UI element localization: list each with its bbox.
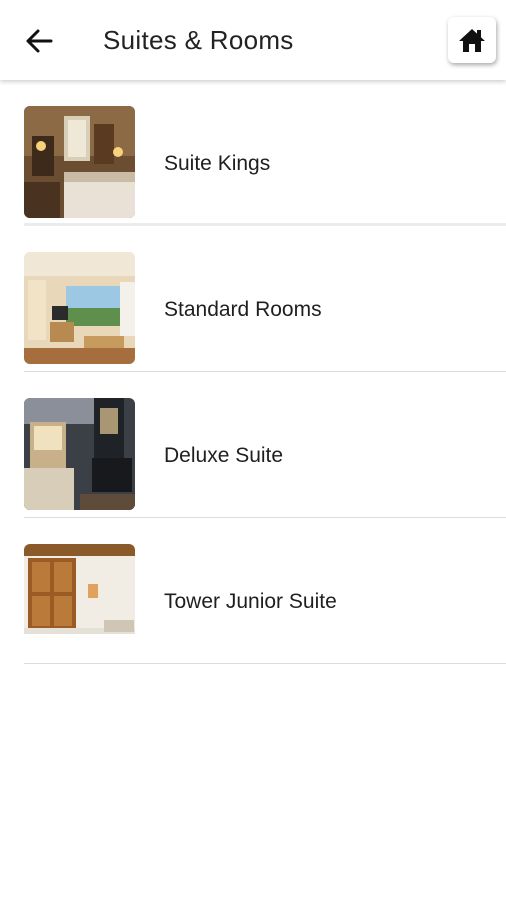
home-icon (458, 27, 486, 53)
list-item-label: Suite Kings (164, 152, 271, 175)
suite-kings-photo (24, 106, 135, 218)
list-item-tower-junior-suite[interactable]: Tower Junior Suite (0, 518, 506, 664)
list-item-deluxe-suite[interactable]: Deluxe Suite (0, 372, 506, 518)
list-item-label: Tower Junior Suite (164, 590, 337, 613)
back-button[interactable] (20, 22, 58, 60)
home-button[interactable] (448, 17, 496, 63)
list-item-label: Standard Rooms (164, 298, 322, 321)
list-item-standard-rooms[interactable]: Standard Rooms (0, 226, 506, 372)
rooms-list: Suite Kings Standard Rooms Deluxe Suite … (0, 80, 506, 664)
arrow-left-icon (25, 29, 53, 53)
tower-junior-suite-photo (24, 544, 135, 656)
list-item-suite-kings[interactable]: Suite Kings (0, 80, 506, 226)
standard-rooms-photo (24, 252, 135, 364)
deluxe-suite-photo (24, 398, 135, 510)
list-item-label: Deluxe Suite (164, 444, 284, 467)
app-bar: Suites & Rooms (0, 0, 506, 80)
page-title: Suites & Rooms (103, 25, 294, 55)
divider (24, 663, 506, 664)
